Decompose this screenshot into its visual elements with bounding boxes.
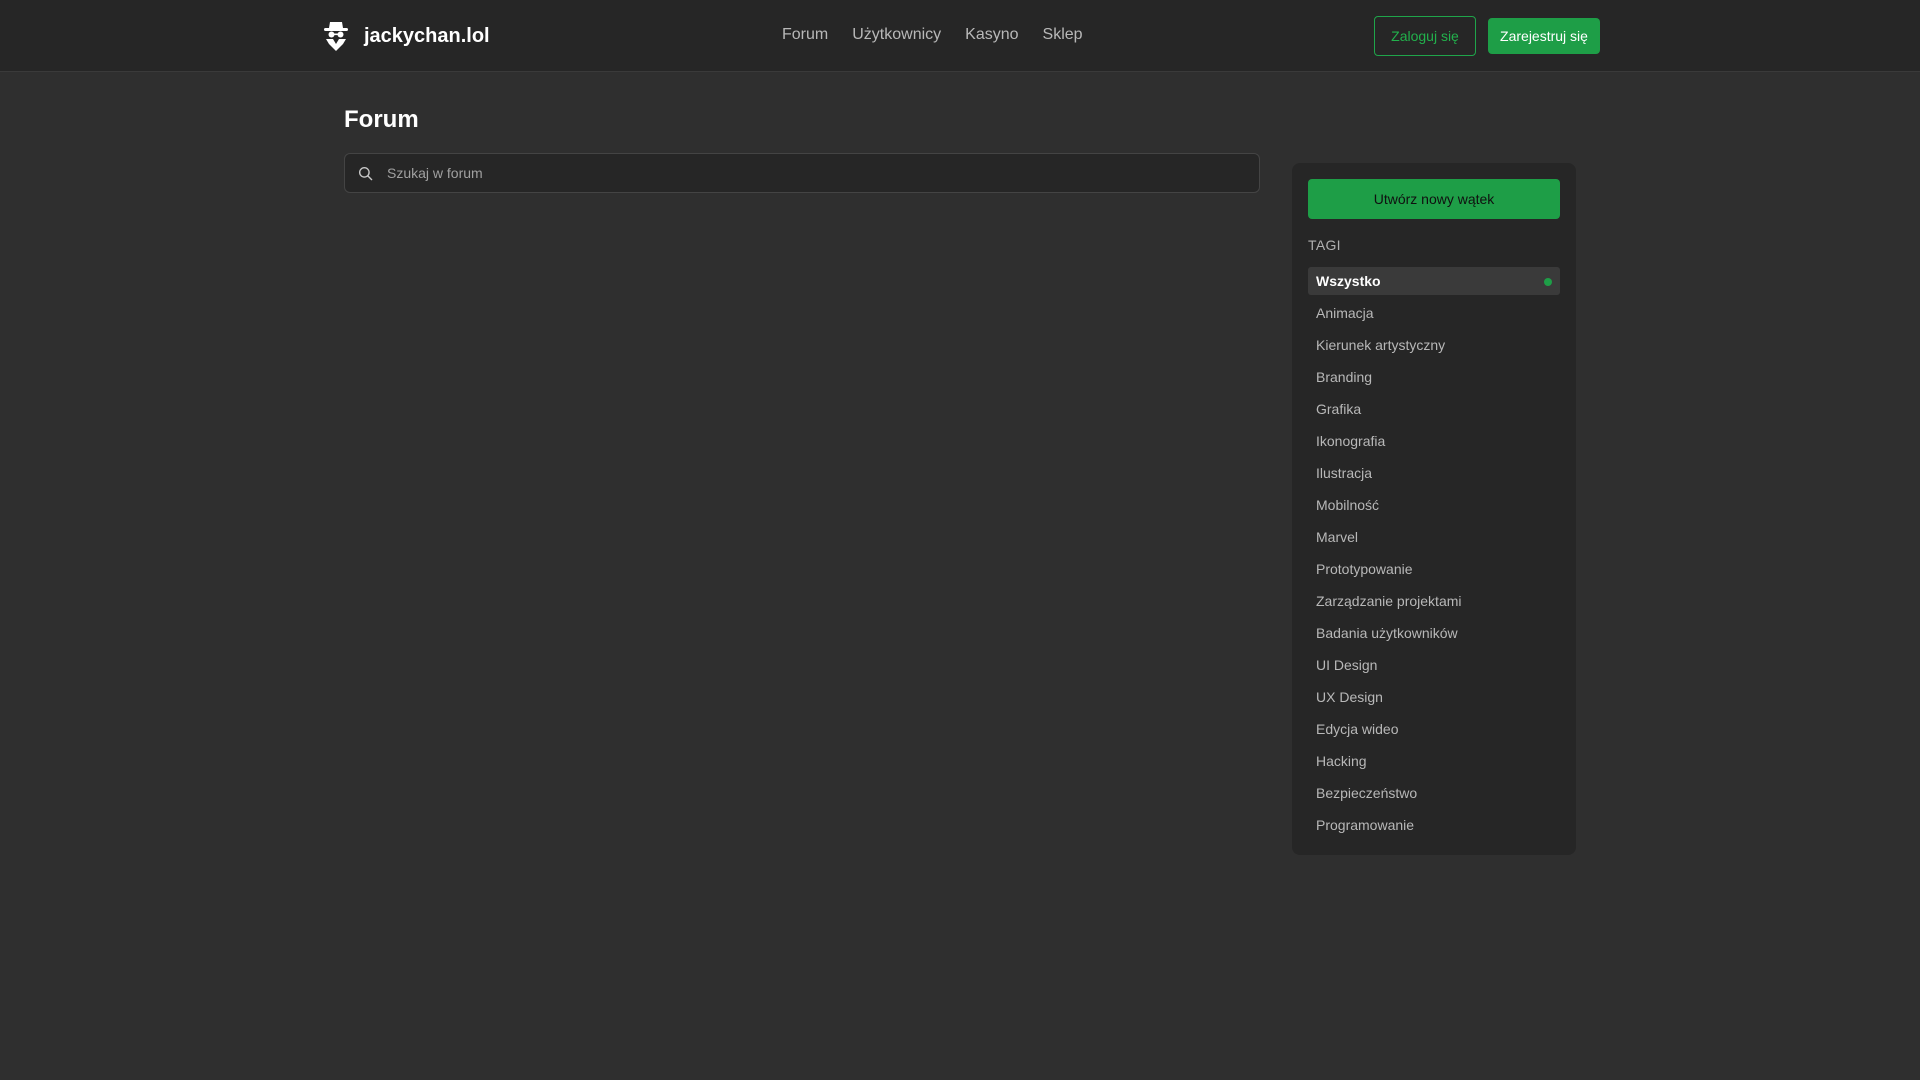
tag-item[interactable]: Programowanie <box>1308 811 1560 839</box>
tag-label: Programowanie <box>1316 817 1415 833</box>
tag-label: UI Design <box>1316 657 1378 673</box>
tag-item[interactable]: UI Design <box>1308 651 1560 679</box>
tag-label: Hacking <box>1316 753 1367 769</box>
tag-item[interactable]: Edycja wideo <box>1308 715 1560 743</box>
tag-item[interactable]: UX Design <box>1308 683 1560 711</box>
top-navbar: jackychan.lol Forum Użytkownicy Kasyno S… <box>0 0 1920 72</box>
tag-label: Prototypowanie <box>1316 561 1413 577</box>
tag-label: Edycja wideo <box>1316 721 1399 737</box>
tag-label: Ilustracja <box>1316 465 1373 481</box>
tag-item[interactable]: Grafika <box>1308 395 1560 423</box>
tag-item[interactable]: Badania użytkowników <box>1308 619 1560 647</box>
tag-label: Branding <box>1316 369 1373 385</box>
new-thread-button[interactable]: Utwórz nowy wątek <box>1308 179 1560 219</box>
tag-item[interactable]: Ilustracja <box>1308 459 1560 487</box>
nav-link-users[interactable]: Użytkownicy <box>852 24 941 46</box>
tag-list: Wszystko Animacja Kierunek artystyczny Bran… <box>1308 267 1560 843</box>
brand-link[interactable]: jackychan.lol <box>322 18 490 54</box>
nav-link-forum[interactable]: Forum <box>782 24 828 46</box>
nav-link-casino[interactable]: Kasyno <box>965 24 1018 46</box>
tag-item[interactable]: Mobilność <box>1308 491 1560 519</box>
tag-item[interactable]: Zarządzanie projektami <box>1308 587 1560 615</box>
tag-item[interactable]: Branding <box>1308 363 1560 391</box>
tag-label: Animacja <box>1316 305 1374 321</box>
tag-item[interactable]: Bezpieczeństwo <box>1308 779 1560 807</box>
tag-label: Ikonografia <box>1316 433 1386 449</box>
login-button[interactable]: Zaloguj się <box>1374 16 1476 56</box>
nav-link-shop[interactable]: Sklep <box>1043 24 1083 46</box>
tag-item[interactable]: Kierunek artystyczny <box>1308 331 1560 359</box>
tag-item[interactable]: Prototypowanie <box>1308 555 1560 583</box>
search-input[interactable] <box>385 154 1259 192</box>
tag-label: Badania użytkowników <box>1316 625 1458 641</box>
forum-search <box>344 153 1260 193</box>
tag-label: Mobilność <box>1316 497 1380 513</box>
brand-name: jackychan.lol <box>364 24 490 47</box>
tag-item[interactable]: Animacja <box>1308 299 1560 327</box>
tag-label: Grafika <box>1316 401 1362 417</box>
tag-item[interactable]: Marvel <box>1308 523 1560 551</box>
search-icon <box>357 165 373 181</box>
register-button[interactable]: Zarejestruj się <box>1488 18 1600 54</box>
tag-label: Marvel <box>1316 529 1359 545</box>
tag-item[interactable]: Wszystko <box>1308 267 1560 295</box>
tag-label: UX Design <box>1316 689 1383 705</box>
main-nav: Forum Użytkownicy Kasyno Sklep <box>782 24 1083 46</box>
tag-item[interactable]: Hacking <box>1308 747 1560 775</box>
forum-sidebar: Utwórz nowy wątek TAGI Wszystko Animacja K… <box>1292 163 1576 855</box>
tag-label: Zarządzanie projektami <box>1316 593 1462 609</box>
tag-item[interactable]: Ikonografia <box>1308 427 1560 455</box>
incognito-agent-icon <box>322 20 350 52</box>
tags-heading: TAGI <box>1308 237 1341 253</box>
tag-label: Wszystko <box>1316 273 1381 289</box>
tag-label: Kierunek artystyczny <box>1316 337 1446 353</box>
page-title: Forum <box>344 106 419 133</box>
active-indicator-dot <box>1544 278 1552 286</box>
tag-label: Bezpieczeństwo <box>1316 785 1418 801</box>
